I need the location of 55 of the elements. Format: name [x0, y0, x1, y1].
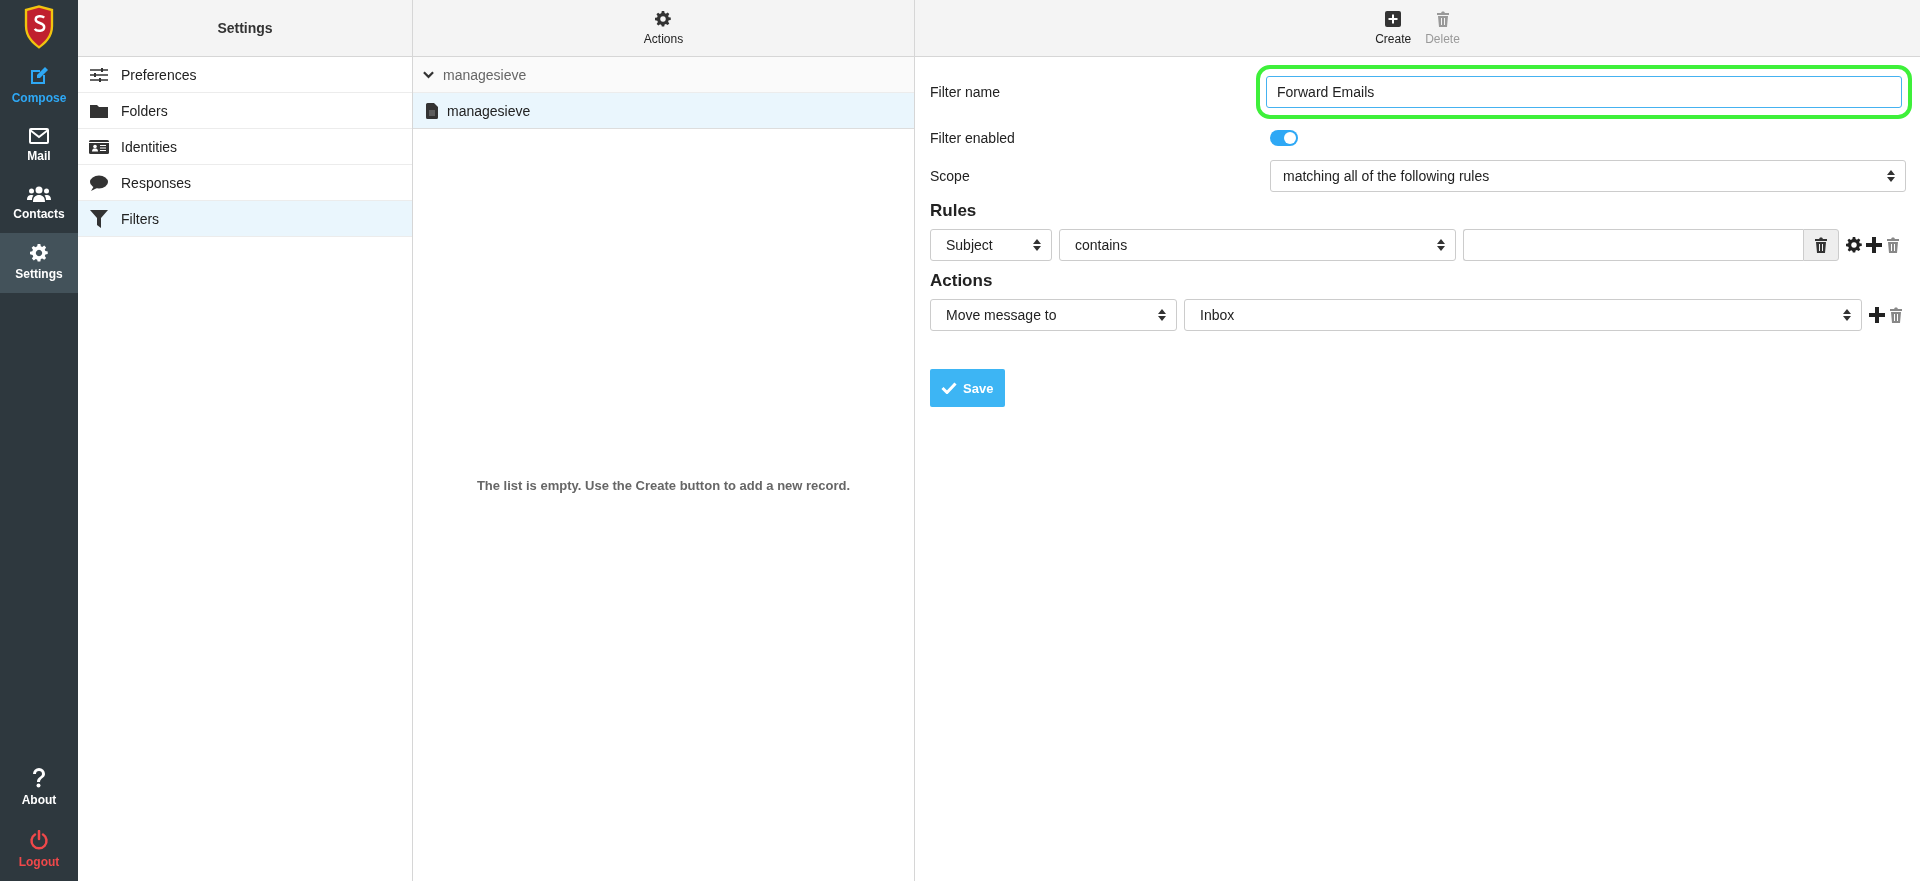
menu-item[interactable]: Preferences — [78, 57, 412, 93]
gear-icon[interactable] — [30, 244, 48, 262]
tree-item[interactable]: managesieve — [413, 93, 914, 129]
clear-button[interactable] — [1803, 229, 1839, 261]
plus-icon[interactable] — [1869, 307, 1885, 323]
funnel-icon — [89, 209, 109, 228]
section-heading: Rules — [930, 201, 978, 221]
nav-item[interactable]: Contacts — [0, 175, 78, 233]
sliders-icon — [89, 67, 109, 82]
question-icon — [32, 768, 46, 788]
select-arrows-icon — [1887, 170, 1895, 182]
chevron-icon — [423, 70, 434, 79]
people-icon — [27, 186, 51, 202]
document-icon — [426, 102, 438, 119]
menu-item[interactable]: Filters — [78, 201, 412, 237]
checkmark-icon — [941, 382, 957, 394]
action-select[interactable]: Move message to — [930, 299, 1177, 331]
select-arrows-icon — [1843, 309, 1851, 321]
filter-name-field[interactable]: Forward Emails — [1266, 76, 1902, 108]
power-icon — [29, 830, 49, 850]
nav-item[interactable]: Settings — [0, 233, 78, 293]
envelope-icon — [29, 128, 49, 144]
select-arrows-icon — [1033, 239, 1041, 251]
menu-item[interactable]: Folders — [78, 93, 412, 129]
shield-logo-icon — [22, 5, 56, 49]
tree-group-header[interactable]: managesieve — [413, 57, 914, 93]
gear-icon[interactable] — [655, 10, 672, 27]
section-heading: Actions — [930, 271, 994, 291]
trash-icon[interactable] — [1814, 237, 1828, 253]
empty-list-message: The list is empty. Use the Create button to add a new record. — [476, 477, 851, 493]
panel-title: Settings — [217, 20, 273, 36]
field-select[interactable]: Subject — [930, 229, 1052, 261]
menu-item[interactable]: Identities — [78, 129, 412, 165]
operator-select[interactable]: contains — [1059, 229, 1456, 261]
plus-square-icon — [1385, 10, 1402, 27]
folder-select[interactable]: Inbox — [1184, 299, 1862, 331]
scope-select[interactable]: matching all of the following rules — [1270, 160, 1906, 192]
id-card-icon — [89, 139, 109, 154]
select-arrows-icon — [1437, 239, 1445, 251]
select-arrows-icon — [1158, 309, 1166, 321]
nav-item[interactable]: About — [0, 757, 78, 819]
field-label: Filter name — [930, 84, 1002, 100]
actions-button[interactable]: Actions — [640, 6, 687, 50]
field-label: Filter enabled — [930, 130, 1016, 146]
nav-item[interactable]: Compose — [0, 55, 78, 117]
create-button[interactable]: Create — [1372, 6, 1415, 50]
plus-icon[interactable] — [1866, 237, 1882, 253]
value-field[interactable] — [1463, 229, 1803, 261]
folder-icon — [89, 103, 109, 118]
field-label: Scope — [930, 168, 971, 184]
toggle-switch[interactable] — [1270, 130, 1298, 146]
speech-bubble-icon — [89, 174, 109, 191]
nav-item[interactable]: Mail — [0, 117, 78, 175]
gear-icon[interactable] — [1846, 237, 1862, 253]
edit-icon — [29, 66, 49, 86]
